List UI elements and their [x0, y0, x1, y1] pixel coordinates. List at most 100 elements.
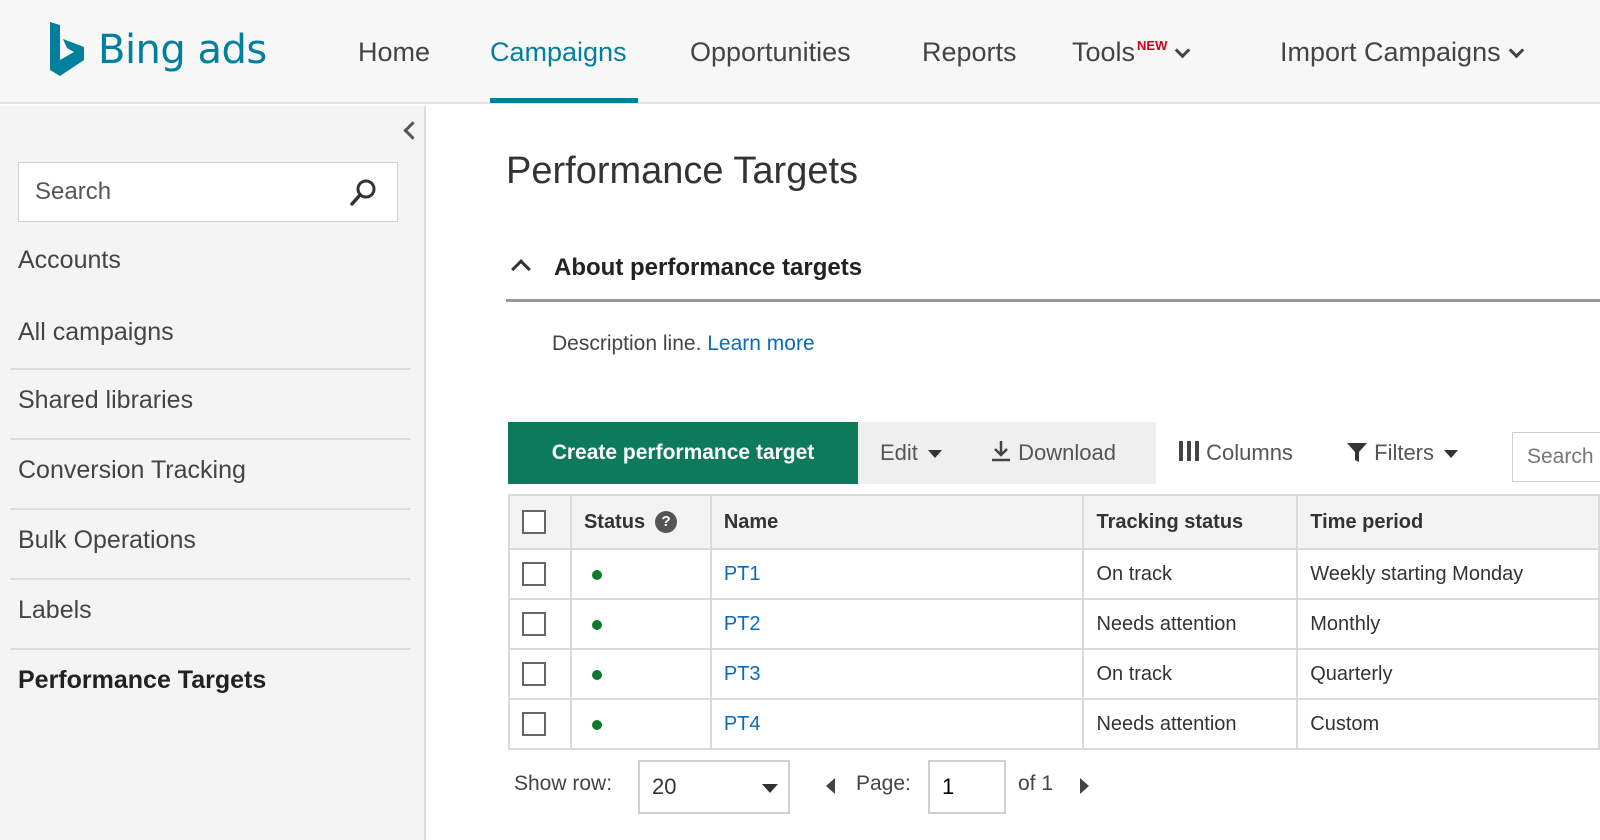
- status-cell: [569, 548, 712, 600]
- divider: [10, 368, 410, 370]
- select-all-cell: [508, 494, 572, 550]
- download-icon: [992, 441, 1010, 462]
- next-page-icon[interactable]: [1080, 778, 1089, 794]
- page-number-input[interactable]: [930, 762, 1004, 812]
- status-header-label: Status: [583, 510, 646, 533]
- table-header-row: Status? Name Tracking status Time period: [508, 494, 1600, 550]
- brand-logo[interactable]: Bing ads: [44, 18, 267, 82]
- sidebar-item-conversion-tracking[interactable]: Conversion Tracking: [18, 456, 246, 485]
- row-select-cell: [508, 598, 572, 650]
- sidebar-item-performance-targets[interactable]: Performance Targets: [18, 666, 266, 695]
- tracking-status-cell: On track: [1082, 648, 1299, 700]
- sidebar-item-accounts[interactable]: Accounts: [18, 246, 121, 275]
- divider: [10, 578, 410, 580]
- time-period-cell: Weekly starting Monday: [1296, 548, 1600, 600]
- row-select-cell: [508, 698, 572, 750]
- nav-tools-label: Tools: [1072, 37, 1136, 67]
- name-cell: PT1: [709, 548, 1085, 600]
- time-period-cell: Custom: [1296, 698, 1600, 750]
- time-period-cell: Monthly: [1296, 598, 1600, 650]
- row-select-cell: [508, 548, 572, 600]
- sidebar-search: [18, 162, 398, 222]
- status-cell: [569, 698, 712, 750]
- nav-import-label: Import Campaigns: [1280, 37, 1501, 67]
- filters-dropdown[interactable]: Filters: [1346, 422, 1459, 484]
- performance-targets-table: Status? Name Tracking status Time period…: [508, 494, 1600, 750]
- nav-home[interactable]: Home: [358, 30, 430, 74]
- about-section-header[interactable]: About performance targets: [506, 250, 1600, 302]
- caret-down-icon: [762, 784, 778, 793]
- column-header-tracking-status[interactable]: Tracking status: [1082, 494, 1299, 550]
- learn-more-link[interactable]: Learn more: [707, 332, 814, 355]
- brand-name: Bing ads: [98, 27, 267, 73]
- tracking-status-cell: Needs attention: [1082, 598, 1299, 650]
- target-name-link[interactable]: PT3: [724, 663, 761, 685]
- status-dot-icon: [591, 619, 602, 630]
- sidebar-item-labels[interactable]: Labels: [18, 596, 92, 625]
- sidebar-item-bulk-operations[interactable]: Bulk Operations: [18, 526, 196, 555]
- name-cell: PT2: [709, 598, 1085, 650]
- about-description: Description line. Learn more: [552, 332, 815, 356]
- table-search: [1512, 432, 1600, 482]
- name-cell: PT4: [709, 698, 1085, 750]
- rows-per-page-select[interactable]: 20: [638, 760, 790, 814]
- columns-label: Columns: [1206, 440, 1293, 465]
- page-number-field: [928, 760, 1006, 814]
- nav-tools[interactable]: Tools NEW: [1072, 30, 1191, 74]
- sidebar-item-shared-libraries[interactable]: Shared libraries: [18, 386, 193, 415]
- edit-label: Edit: [880, 440, 918, 465]
- status-dot-icon: [591, 669, 602, 680]
- nav-import-campaigns[interactable]: Import Campaigns: [1280, 30, 1524, 74]
- search-icon[interactable]: [347, 177, 379, 209]
- divider: [10, 438, 410, 440]
- target-name-link[interactable]: PT1: [724, 563, 761, 585]
- columns-icon: [1179, 441, 1199, 462]
- download-label: Download: [1018, 440, 1116, 465]
- column-header-time-period[interactable]: Time period: [1296, 494, 1600, 550]
- divider: [10, 648, 410, 650]
- row-select-cell: [508, 648, 572, 700]
- collapse-sidebar-icon[interactable]: [398, 116, 422, 144]
- sidebar-search-input[interactable]: [19, 163, 339, 221]
- active-tab-indicator: [490, 98, 638, 103]
- nav-campaigns[interactable]: Campaigns: [490, 30, 627, 74]
- row-checkbox[interactable]: [522, 662, 546, 686]
- row-checkbox[interactable]: [522, 562, 546, 586]
- column-header-name[interactable]: Name: [709, 494, 1085, 550]
- table-search-input[interactable]: [1513, 433, 1600, 481]
- bing-logo-icon: [50, 22, 84, 76]
- select-all-checkbox[interactable]: [522, 510, 546, 534]
- new-badge: NEW: [1137, 38, 1168, 53]
- help-icon[interactable]: ?: [655, 511, 678, 534]
- status-cell: [569, 648, 712, 700]
- caret-down-icon: [927, 450, 942, 458]
- nav-opportunities[interactable]: Opportunities: [690, 30, 851, 74]
- tracking-status-cell: On track: [1082, 548, 1299, 600]
- edit-dropdown[interactable]: Edit: [880, 422, 942, 484]
- row-checkbox[interactable]: [522, 612, 546, 636]
- filters-label: Filters: [1374, 440, 1435, 465]
- column-header-status[interactable]: Status?: [569, 494, 712, 550]
- time-period-cell: Quarterly: [1296, 648, 1600, 700]
- about-section-label: About performance targets: [554, 254, 863, 281]
- table-row: PT4 Needs attention Custom: [508, 698, 1600, 750]
- target-name-link[interactable]: PT4: [724, 713, 761, 735]
- page-label: Page:: [856, 772, 911, 795]
- nav-reports[interactable]: Reports: [922, 30, 1017, 74]
- columns-button[interactable]: Columns: [1178, 422, 1293, 484]
- table-row: PT1 On track Weekly starting Monday: [508, 548, 1600, 600]
- previous-page-icon[interactable]: [826, 778, 835, 794]
- rows-per-page-value: 20: [652, 774, 677, 799]
- divider: [10, 508, 410, 510]
- status-cell: [569, 598, 712, 650]
- sidebar: Accounts All campaigns Shared libraries …: [0, 106, 426, 840]
- row-checkbox[interactable]: [522, 712, 546, 736]
- chevron-up-icon: [511, 259, 531, 279]
- filter-icon: [1347, 443, 1367, 463]
- download-button[interactable]: Download: [990, 422, 1116, 484]
- create-performance-target-button[interactable]: Create performance target: [508, 422, 858, 484]
- show-row-label: Show row:: [514, 772, 613, 795]
- page-count: of 1: [1018, 772, 1054, 795]
- sidebar-item-all-campaigns[interactable]: All campaigns: [18, 318, 174, 347]
- target-name-link[interactable]: PT2: [724, 613, 761, 635]
